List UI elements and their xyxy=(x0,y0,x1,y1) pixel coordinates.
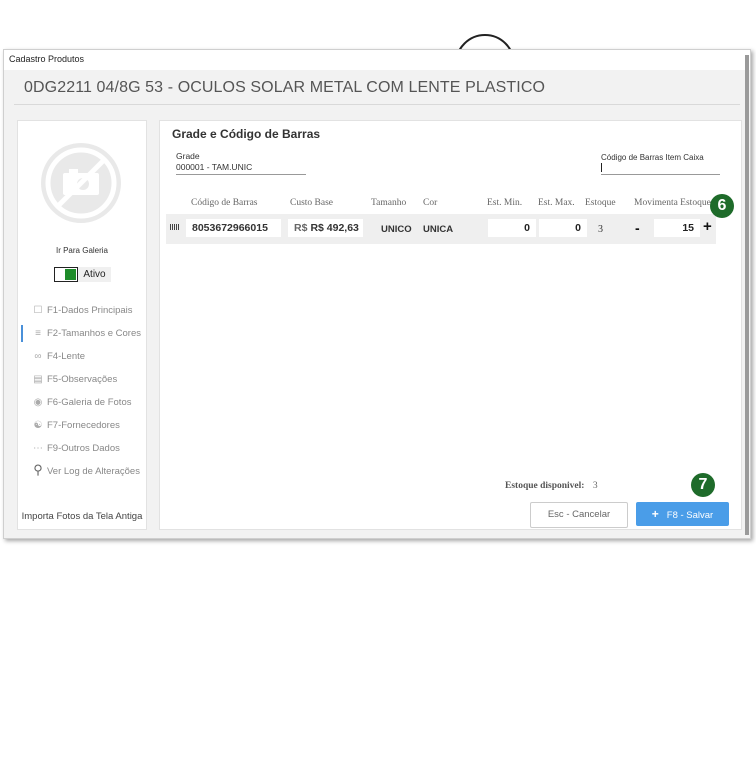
step-badge-7: 7 xyxy=(691,473,715,497)
sidebar-item-dados-principais[interactable]: ☐ F1-Dados Principais xyxy=(18,304,146,327)
notes-icon: ▤ xyxy=(33,374,43,385)
plus-icon: + xyxy=(651,507,659,521)
sidebar-item-label: F7-Fornecedores xyxy=(47,420,120,431)
sidebar-item-log-alteracoes[interactable]: ⚲ Ver Log de Alterações xyxy=(18,462,146,488)
est-min-input[interactable]: 0 xyxy=(488,219,536,237)
table-row: 8053672966015 R$ R$ 492,63 UNICO UNICA 0 … xyxy=(166,214,716,244)
stock-value: 3 xyxy=(598,224,603,235)
product-title: 0DG2211 04/8G 53 - OCULOS SOLAR METAL CO… xyxy=(24,79,546,96)
sidebar-item-lente[interactable]: ∞ F4-Lente xyxy=(18,350,146,373)
col-header-size: Tamanho xyxy=(371,198,407,208)
sidebar-item-label: Ver Log de Alterações xyxy=(47,466,140,477)
scrollbar[interactable] xyxy=(745,55,749,535)
window-title: Cadastro Produtos xyxy=(9,54,85,64)
sidebar-item-label: F4-Lente xyxy=(47,351,86,362)
stock-available-label: Estoque disponivel: xyxy=(505,481,585,491)
title-bar: Cadastro Produtos xyxy=(4,50,750,70)
est-max-input[interactable]: 0 xyxy=(539,219,587,237)
size-value: UNICO xyxy=(381,224,412,235)
sidebar-item-tamanhos-cores[interactable]: ≡ F2-Tamanhos e Cores xyxy=(18,325,146,350)
sidebar: Ir Para Galeria Ativo ☐ F1-Dados Princip… xyxy=(17,120,147,530)
col-header-est-min: Est. Min. xyxy=(487,198,523,208)
cancel-button[interactable]: Esc - Cancelar xyxy=(530,502,628,528)
barcode-item-input[interactable] xyxy=(601,162,720,175)
sidebar-item-label: F2-Tamanhos e Cores xyxy=(47,328,141,339)
sidebar-item-galeria-fotos[interactable]: ◉ F6-Galeria de Fotos xyxy=(18,396,146,419)
camera-icon: ◉ xyxy=(33,397,43,408)
grade-label: Grade xyxy=(176,151,200,161)
search-icon: ⚲ xyxy=(33,462,43,477)
barcode-item-label: Código de Barras Item Caixa xyxy=(601,153,704,162)
decrease-button[interactable]: - xyxy=(635,220,640,236)
save-button-label: F8 - Salvar xyxy=(666,510,714,521)
col-header-cost: Custo Base xyxy=(290,198,334,208)
active-toggle[interactable]: Ativo xyxy=(54,267,111,282)
import-photos-link[interactable]: Importa Fotos da Tela Antiga xyxy=(18,511,146,522)
increase-button[interactable]: + xyxy=(703,218,712,235)
col-header-color: Cor xyxy=(423,198,438,208)
barcode-icon xyxy=(170,224,180,230)
toggle-switch[interactable] xyxy=(54,267,78,282)
sidebar-item-label: F1-Dados Principais xyxy=(47,305,133,316)
col-header-stock: Estoque xyxy=(585,198,616,208)
title-divider xyxy=(14,104,740,105)
col-header-est-max: Est. Max. xyxy=(538,198,575,208)
sidebar-item-fornecedores[interactable]: ☯ F7-Fornecedores xyxy=(18,419,146,442)
save-button[interactable]: + F8 - Salvar xyxy=(636,502,729,526)
cost-value: R$ 492,63 xyxy=(310,222,359,234)
step-badge-6: 6 xyxy=(710,194,734,218)
dots-icon: ⋯ xyxy=(33,443,43,454)
main-panel: Grade e Código de Barras Grade 000001 - … xyxy=(159,120,742,530)
cost-input[interactable]: R$ R$ 492,63 xyxy=(288,219,363,237)
sidebar-item-label: F9-Outros Dados xyxy=(47,443,120,454)
stock-available: Estoque disponivel: 3 xyxy=(505,481,598,491)
gallery-link[interactable]: Ir Para Galeria xyxy=(18,246,146,255)
move-qty-input[interactable]: 15 xyxy=(654,219,700,237)
sidebar-item-observacoes[interactable]: ▤ F5-Observações xyxy=(18,373,146,396)
glasses-icon: ∞ xyxy=(34,351,42,362)
product-window: Cadastro Produtos 0DG2211 04/8G 53 - OCU… xyxy=(3,49,751,539)
form-icon: ☐ xyxy=(33,305,43,316)
supplier-icon: ☯ xyxy=(33,420,43,431)
currency-label: R$ xyxy=(294,222,308,234)
barcode-input[interactable]: 8053672966015 xyxy=(186,219,281,237)
no-photo-icon[interactable] xyxy=(41,143,121,223)
color-value: UNICA xyxy=(423,224,454,235)
section-title: Grade e Código de Barras xyxy=(172,127,321,141)
col-header-barcode: Código de Barras xyxy=(191,198,258,208)
toggle-label: Ativo xyxy=(78,267,111,282)
grade-select[interactable]: 000001 - TAM.UNIC xyxy=(176,162,306,175)
sidebar-item-label: F6-Galeria de Fotos xyxy=(47,397,132,408)
list-icon: ≡ xyxy=(35,328,41,339)
sidebar-item-label: F5-Observações xyxy=(47,374,118,385)
stock-available-value: 3 xyxy=(592,481,598,491)
col-header-move-stock: Movimenta Estoque xyxy=(634,198,711,208)
sidebar-menu: ☐ F1-Dados Principais ≡ F2-Tamanhos e Co… xyxy=(18,304,146,488)
